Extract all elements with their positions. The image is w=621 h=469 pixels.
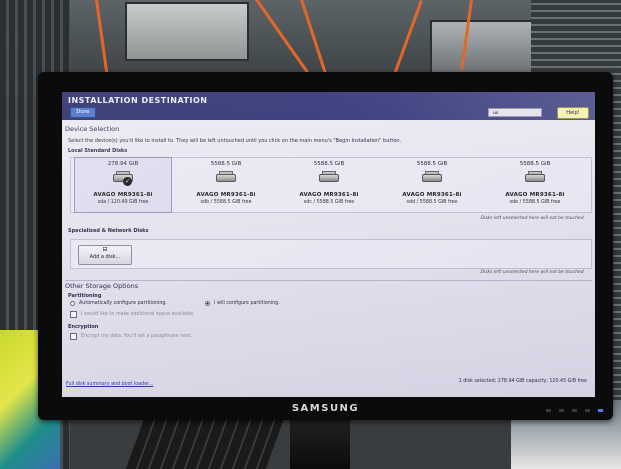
radio-button[interactable] (70, 301, 75, 306)
disk-sde[interactable]: 5588.5 GiB AVAGO MR9361-8i sde / 5588.5 … (487, 158, 583, 212)
disk-size: 5588.5 GiB (416, 161, 448, 167)
page-title: INSTALLATION DESTINATION (68, 96, 208, 105)
monitor-button[interactable] (559, 409, 564, 412)
monitor-brand: SAMSUNG (291, 403, 360, 414)
hard-disk-icon (422, 171, 442, 184)
encryption-heading: Encryption (68, 324, 99, 330)
additional-space-label: I would like to make additional space av… (81, 312, 195, 317)
add-disk-label: Add a disk... (89, 254, 121, 260)
installer-header: INSTALLATION DESTINATION Done us Help! (62, 92, 595, 120)
disk-model: AVAGO MR9361-8i (402, 192, 462, 198)
hard-disk-icon (216, 171, 236, 184)
disk-detail: sdb / 5588.5 GiB free (200, 200, 252, 205)
disk-sdc[interactable]: 5588.5 GiB AVAGO MR9361-8i sdc / 5588.5 … (281, 158, 377, 212)
server-unit (125, 2, 249, 61)
disk-model: AVAGO MR9361-8i (505, 192, 565, 198)
disk-detail: sdd / 5588.5 GiB free (406, 200, 458, 205)
power-led-icon[interactable] (598, 409, 603, 412)
encrypt-label: Encrypt my data. You'll set a passphrase… (81, 334, 193, 339)
selected-check-icon: ✓ (123, 177, 132, 186)
disk-size: 5588.5 GiB (210, 161, 242, 167)
installer-screen: INSTALLATION DESTINATION Done us Help! D… (62, 92, 595, 397)
help-button[interactable]: Help! (557, 107, 589, 119)
monitor-button[interactable] (546, 409, 551, 412)
disk-size: 5588.5 GiB (519, 161, 551, 167)
specialized-disks-note: Disks left unselected here will not be t… (480, 270, 585, 275)
disk-model: AVAGO MR9361-8i (299, 192, 359, 198)
hard-disk-icon (319, 171, 339, 184)
keyboard-layout-field[interactable]: us (488, 108, 542, 117)
divider (65, 280, 592, 281)
manual-partitioning-option[interactable]: I will configure partitioning. (205, 301, 280, 306)
disk-sdd[interactable]: 5588.5 GiB AVAGO MR9361-8i sdd / 5588.5 … (384, 158, 480, 212)
monitor-button[interactable] (572, 409, 577, 412)
add-disk-button[interactable]: ⊟ Add a disk... (78, 245, 132, 265)
checkbox[interactable] (70, 311, 77, 318)
disk-sda[interactable]: 278.94 GiB ✓ AVAGO MR9361-8i sda / 120.4… (74, 157, 172, 213)
encrypt-option[interactable]: Encrypt my data. You'll set a passphrase… (70, 333, 192, 340)
disk-add-icon: ⊟ (102, 246, 108, 253)
disk-detail: sda / 120.49 GiB free (97, 200, 149, 205)
local-disks-note: Disks left unselected here will not be t… (480, 216, 585, 221)
checkbox[interactable] (70, 333, 77, 340)
disk-size: 5588.5 GiB (313, 161, 345, 167)
radio-button-selected[interactable] (205, 301, 210, 306)
local-disks-list: 278.94 GiB ✓ AVAGO MR9361-8i sda / 120.4… (70, 157, 592, 213)
monitor-stand (290, 415, 350, 469)
manual-partitioning-label: I will configure partitioning. (214, 301, 280, 306)
hard-disk-icon (525, 171, 545, 184)
disk-model: AVAGO MR9361-8i (93, 192, 153, 198)
disk-detail: sde / 5588.5 GiB free (509, 200, 561, 205)
selection-status: 1 disk selected; 278.94 GiB capacity; 12… (458, 379, 587, 384)
disk-model: AVAGO MR9361-8i (196, 192, 256, 198)
disk-size: 278.94 GiB (107, 161, 139, 167)
keyboard (125, 418, 285, 469)
partitioning-heading: Partitioning (68, 293, 102, 299)
device-selection-description: Select the device(s) you'd like to insta… (68, 138, 402, 144)
auto-partitioning-option[interactable]: Automatically configure partitioning. (70, 301, 167, 306)
monitor-button[interactable] (585, 409, 590, 412)
local-disks-heading: Local Standard Disks (68, 148, 128, 154)
auto-partitioning-label: Automatically configure partitioning. (79, 301, 167, 306)
other-storage-heading: Other Storage Options (65, 282, 139, 290)
specialized-disks-list: ⊟ Add a disk... (70, 239, 592, 269)
done-button[interactable]: Done (70, 107, 96, 118)
disk-detail: sdc / 5588.5 GiB free (303, 200, 355, 205)
disk-sdb[interactable]: 5588.5 GiB AVAGO MR9361-8i sdb / 5588.5 … (178, 158, 274, 212)
device-selection-heading: Device Selection (65, 125, 120, 133)
additional-space-option[interactable]: I would like to make additional space av… (70, 311, 195, 318)
specialized-disks-heading: Specialized & Network Disks (68, 228, 149, 234)
monitor-buttons (546, 409, 603, 412)
disk-summary-link[interactable]: Full disk summary and boot loader... (66, 382, 153, 387)
